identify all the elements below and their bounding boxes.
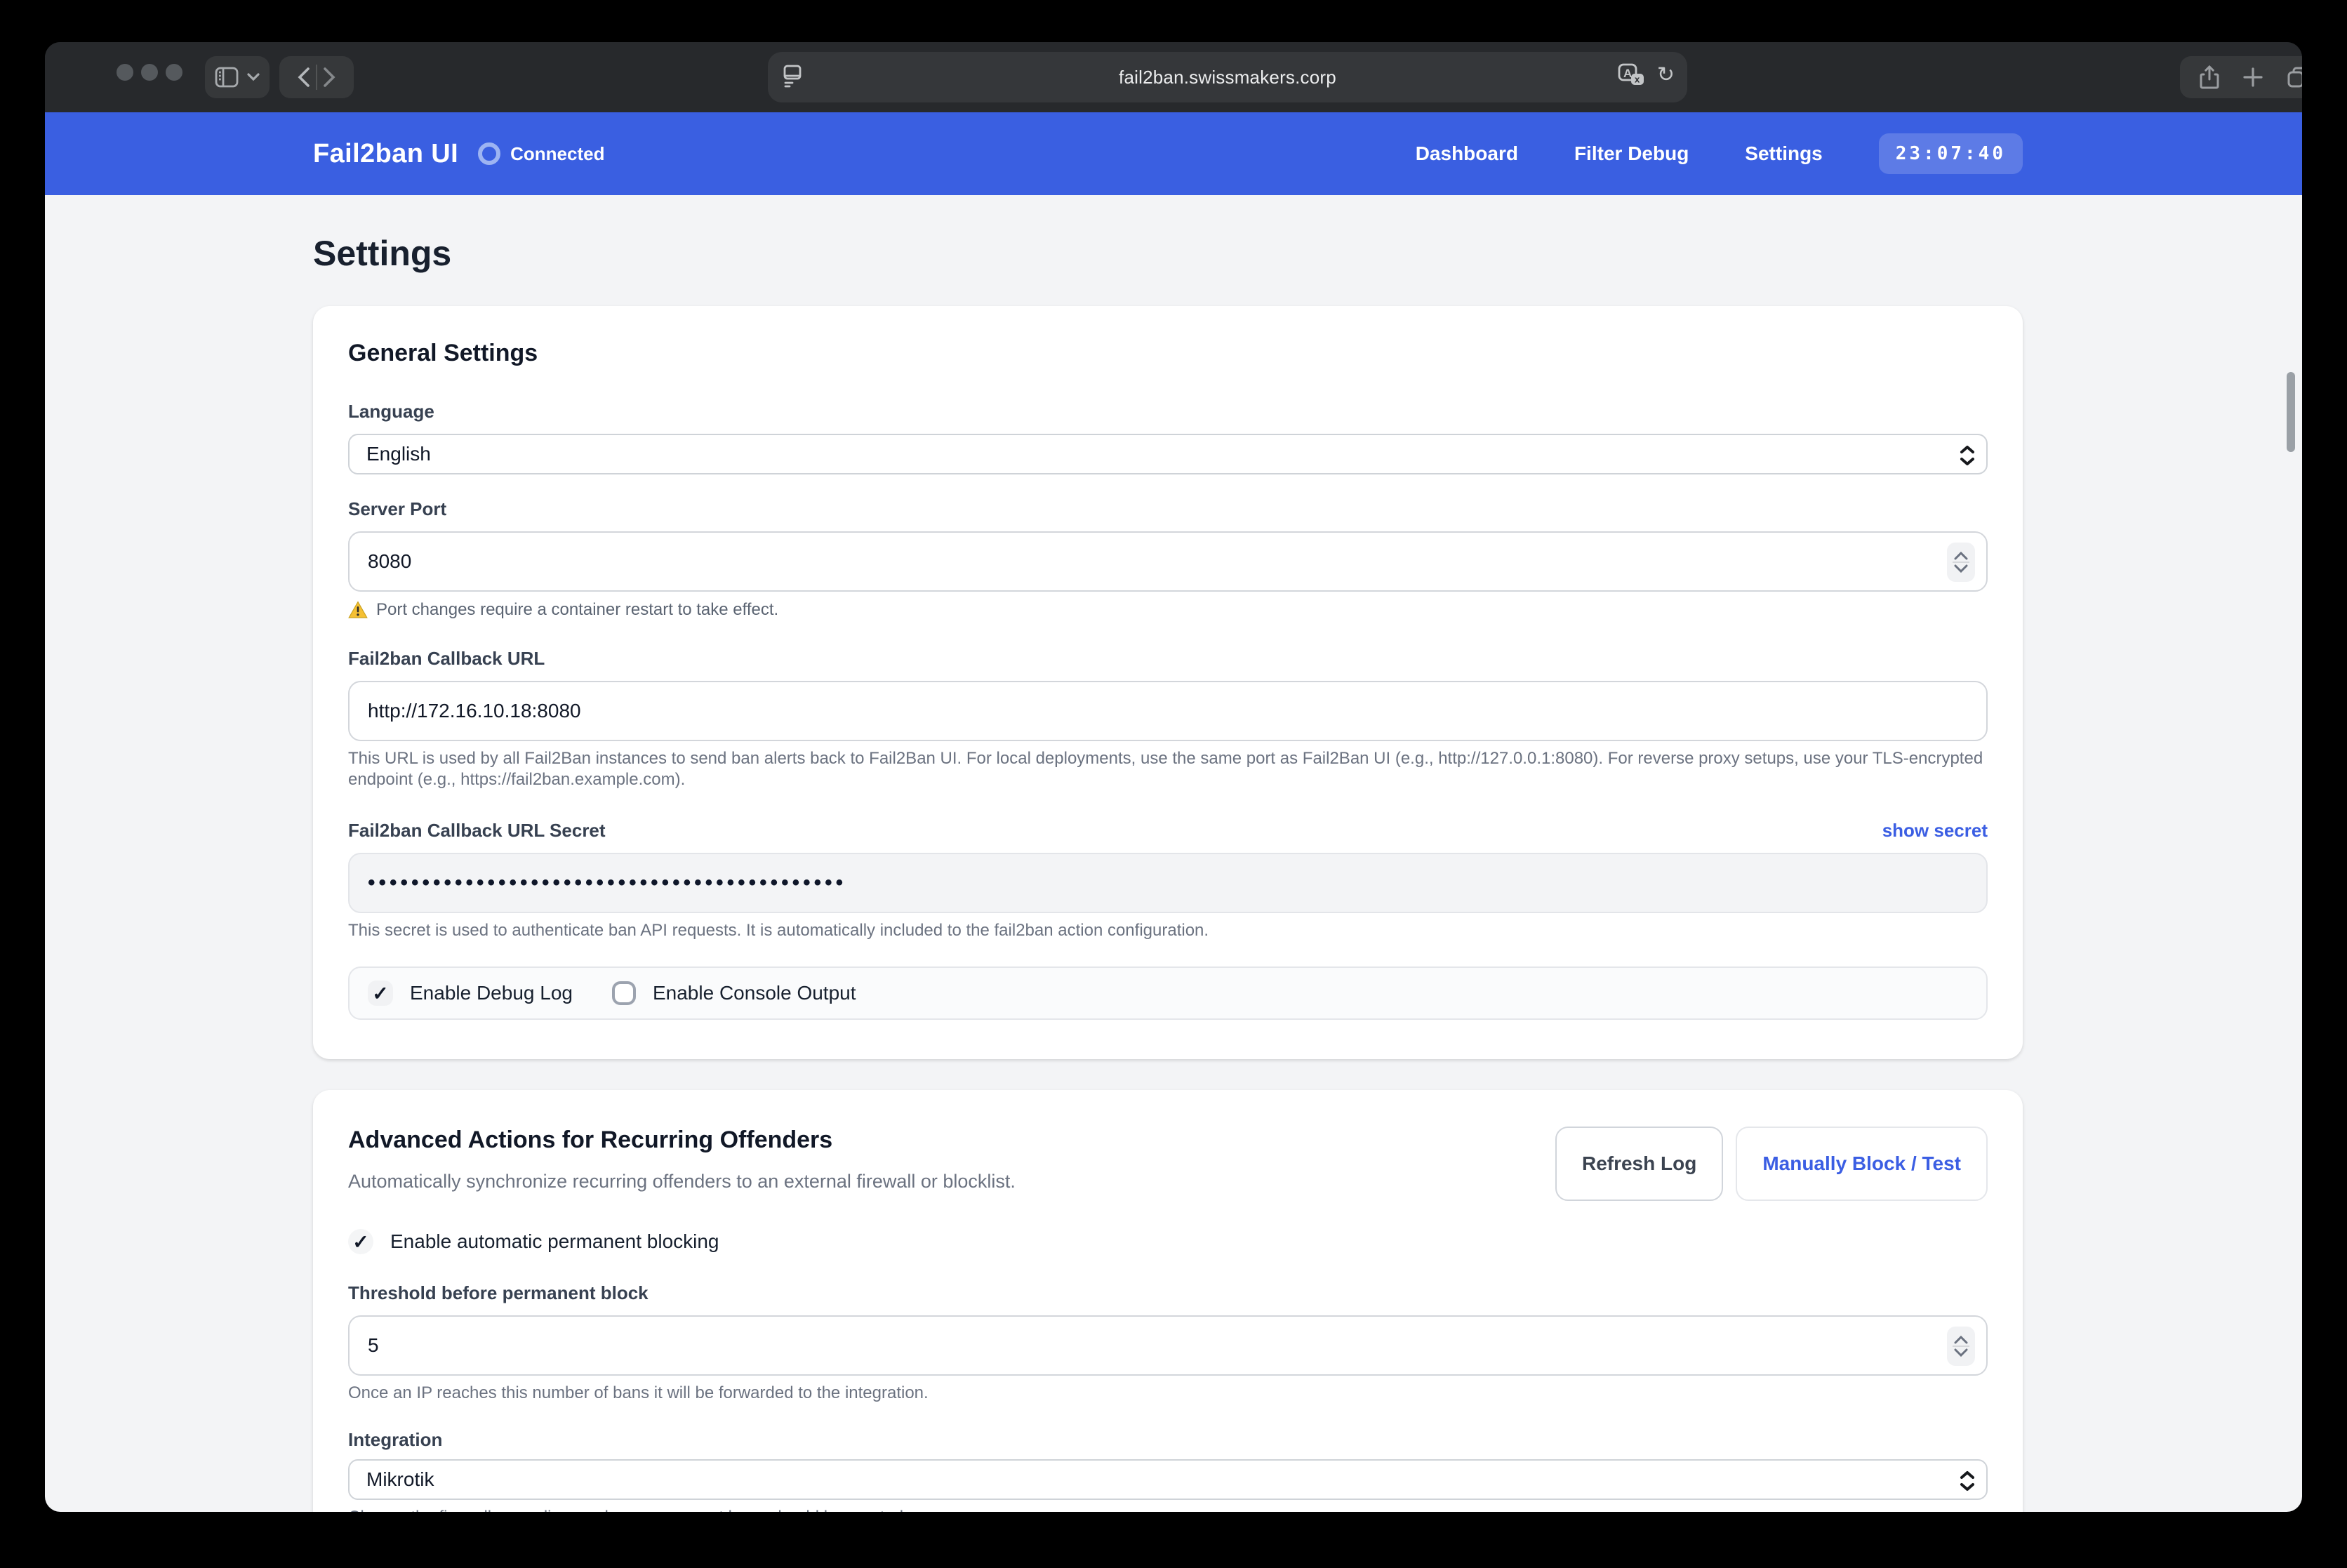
minimize-window-button[interactable] (141, 64, 158, 81)
show-secret-link[interactable]: show secret (1882, 820, 1988, 842)
refresh-log-button[interactable]: Refresh Log (1555, 1127, 1723, 1201)
integration-label: Integration (348, 1429, 1988, 1451)
server-port-input[interactable] (348, 531, 1988, 592)
general-settings-card: General Settings Language English Server… (313, 306, 2023, 1059)
warning-icon (348, 601, 368, 619)
callback-url-help: This URL is used by all Fail2Ban instanc… (348, 748, 1988, 790)
threshold-field-wrap (348, 1315, 1988, 1376)
tab-overview-icon[interactable] (2287, 66, 2302, 88)
spinner-down-icon (1954, 564, 1968, 573)
language-label: Language (348, 401, 1988, 423)
callback-secret-field-wrap (348, 853, 1988, 913)
threshold-label: Threshold before permanent block (348, 1282, 1988, 1304)
sidebar-toggle-button[interactable] (205, 56, 270, 98)
port-warning-text: Port changes require a container restart… (376, 600, 778, 620)
status-label: Connected (510, 143, 604, 165)
address-bar[interactable]: fail2ban.swissmakers.corp A x ↻ (768, 52, 1687, 102)
spinner-up-icon (1954, 1336, 1968, 1344)
advanced-actions-card: Advanced Actions for Recurring Offenders… (313, 1090, 2023, 1512)
server-port-label: Server Port (348, 498, 1988, 520)
debug-log-label: Enable Debug Log (410, 982, 573, 1004)
page-content: Settings General Settings Language Engli… (45, 195, 2302, 1512)
select-chevrons-icon (1960, 1470, 1975, 1491)
connection-status: Connected (478, 142, 604, 165)
autoblock-label: Enable automatic permanent blocking (390, 1230, 719, 1253)
advanced-actions-heading: Advanced Actions for Recurring Offenders (348, 1127, 1016, 1154)
status-ring-icon (478, 142, 500, 165)
check-icon: ✓ (352, 1230, 368, 1254)
callback-secret-input[interactable] (348, 853, 1988, 913)
nav-link-settings[interactable]: Settings (1745, 142, 1822, 165)
callback-url-label: Fail2ban Callback URL (348, 648, 1988, 670)
page-settings-icon[interactable] (782, 65, 803, 88)
advanced-actions-description: Automatically synchronize recurring offe… (348, 1171, 1016, 1192)
manually-block-test-button[interactable]: Manually Block / Test (1736, 1127, 1988, 1201)
page-title: Settings (313, 195, 2023, 274)
callback-secret-label: Fail2ban Callback URL Secret (348, 820, 606, 842)
callback-url-input[interactable] (348, 681, 1988, 741)
threshold-input[interactable] (348, 1315, 1988, 1376)
scrollbar-thumb[interactable] (2287, 372, 2295, 452)
back-icon[interactable] (298, 67, 310, 87)
forward-icon[interactable] (323, 67, 335, 87)
app-brand: Fail2ban UI (313, 139, 458, 169)
select-chevrons-icon (1960, 445, 1975, 466)
callback-secret-help: This secret is used to authenticate ban … (348, 920, 1988, 941)
threshold-help: Once an IP reaches this number of bans i… (348, 1383, 1988, 1404)
chevron-down-icon (247, 73, 260, 81)
language-select[interactable]: English (348, 434, 1988, 474)
url-text: fail2ban.swissmakers.corp (1119, 67, 1336, 88)
window-controls (117, 64, 182, 81)
reload-icon[interactable]: ↻ (1657, 65, 1675, 86)
browser-toolbar: fail2ban.swissmakers.corp A x ↻ (45, 42, 2302, 112)
server-port-field-wrap (348, 531, 1988, 592)
autoblock-checkbox[interactable]: ✓ (348, 1229, 373, 1254)
clock-badge: 23:07:40 (1879, 133, 2023, 174)
browser-window: fail2ban.swissmakers.corp A x ↻ (45, 42, 2302, 1512)
app-navbar: Fail2ban UI Connected Dashboard Filter D… (45, 112, 2302, 195)
nav-link-dashboard[interactable]: Dashboard (1416, 142, 1518, 165)
integration-value: Mikrotik (366, 1468, 434, 1491)
language-value: English (366, 443, 431, 465)
callback-url-field-wrap (348, 681, 1988, 741)
log-options-bar: ✓ Enable Debug Log Enable Console Output (348, 966, 1988, 1020)
spinner-up-icon (1954, 552, 1968, 560)
share-icon[interactable] (2200, 65, 2219, 89)
desktop: fail2ban.swissmakers.corp A x ↻ (0, 0, 2347, 1568)
close-window-button[interactable] (117, 64, 133, 81)
nav-link-filter-debug[interactable]: Filter Debug (1574, 142, 1689, 165)
history-nav (279, 56, 354, 98)
check-icon: ✓ (372, 982, 388, 1005)
number-spinner[interactable] (1947, 1327, 1975, 1366)
translate-icon[interactable]: A x (1618, 63, 1644, 87)
sidebar-icon (215, 67, 239, 88)
console-output-checkbox[interactable] (612, 981, 636, 1005)
integration-help: Choose the firewall or appliance where p… (348, 1507, 1988, 1512)
general-settings-heading: General Settings (348, 340, 1988, 367)
new-tab-icon[interactable] (2243, 67, 2263, 87)
debug-log-checkbox[interactable]: ✓ (368, 981, 393, 1006)
port-warning: Port changes require a container restart… (348, 600, 1988, 620)
number-spinner[interactable] (1947, 543, 1975, 582)
toolbar-divider (316, 65, 317, 90)
spinner-down-icon (1954, 1348, 1968, 1357)
svg-text:x: x (1635, 74, 1640, 85)
svg-text:A: A (1623, 67, 1632, 80)
toolbar-actions (2180, 56, 2302, 98)
integration-select[interactable]: Mikrotik (348, 1459, 1988, 1500)
console-output-label: Enable Console Output (653, 982, 856, 1004)
zoom-window-button[interactable] (166, 64, 182, 81)
